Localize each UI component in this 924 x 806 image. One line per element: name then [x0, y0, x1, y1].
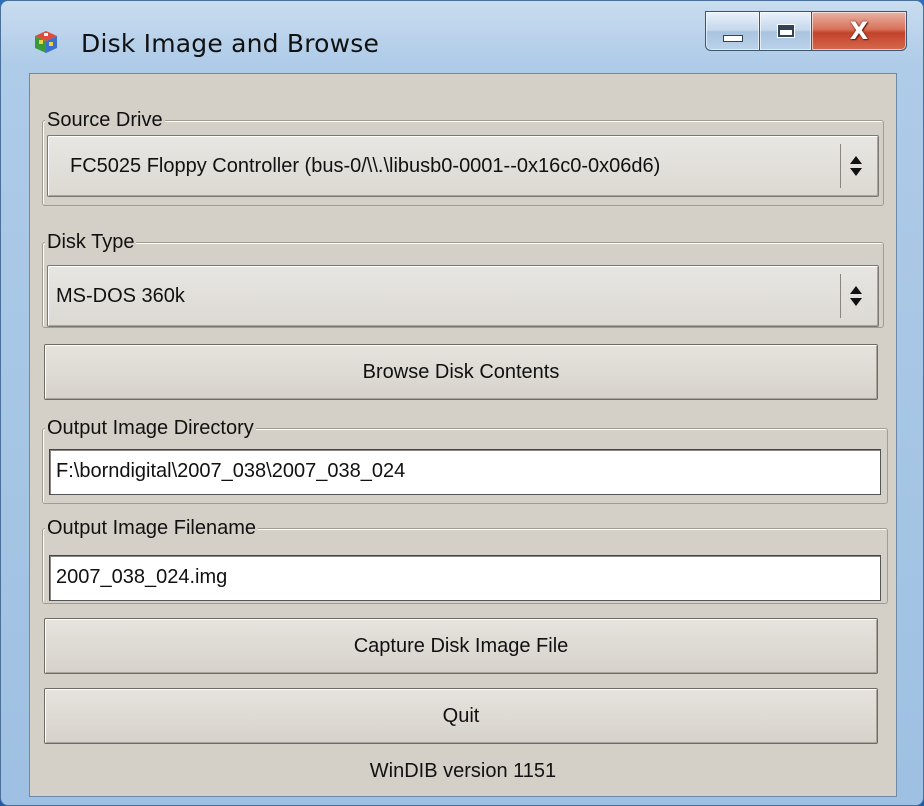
disk-type-select[interactable]: MS-DOS 360k	[47, 265, 879, 327]
maximize-icon	[776, 24, 795, 38]
version-label: WinDIB version 1151	[369, 760, 557, 782]
close-icon: X	[849, 17, 869, 45]
window-title: Disk Image and Browse	[81, 29, 380, 58]
disk-type-legend: Disk Type	[45, 231, 137, 254]
up-down-arrows-icon	[849, 156, 862, 176]
browse-disk-contents-button[interactable]: Browse Disk Contents	[44, 344, 878, 400]
quit-button[interactable]: Quit	[44, 688, 878, 744]
disk-type-value: MS-DOS 360k	[56, 285, 185, 307]
title-bar[interactable]: Disk Image and Browse X	[1, 1, 923, 73]
output-directory-group: Output Image Directory F:\borndigital\20…	[42, 417, 888, 504]
client-area: Source Drive FC5025 Floppy Controller (b…	[29, 73, 897, 797]
maximize-button[interactable]	[759, 11, 811, 51]
source-drive-value: FC5025 Floppy Controller (bus-0/\\.\libu…	[70, 155, 661, 177]
output-directory-legend: Output Image Directory	[45, 417, 256, 440]
capture-disk-image-button[interactable]: Capture Disk Image File	[44, 618, 878, 674]
minimize-icon	[722, 34, 743, 42]
output-filename-legend: Output Image Filename	[45, 517, 258, 540]
disk-type-spin[interactable]	[840, 274, 870, 318]
source-drive-spin[interactable]	[840, 144, 870, 188]
source-drive-select[interactable]: FC5025 Floppy Controller (bus-0/\\.\libu…	[47, 135, 879, 197]
output-directory-input[interactable]: F:\borndigital\2007_038\2007_038_024	[49, 449, 881, 495]
caption-buttons: X	[705, 11, 907, 51]
up-down-arrows-icon	[849, 286, 862, 306]
app-cube-icon	[35, 31, 57, 53]
close-button[interactable]: X	[811, 11, 907, 51]
disk-type-group: Disk Type MS-DOS 360k	[42, 231, 884, 328]
source-drive-group: Source Drive FC5025 Floppy Controller (b…	[42, 109, 884, 206]
app-window: Disk Image and Browse X Source Drive FC5…	[0, 0, 924, 806]
source-drive-legend: Source Drive	[45, 109, 165, 132]
output-filename-group: Output Image Filename 2007_038_024.img	[42, 517, 888, 604]
minimize-button[interactable]	[705, 11, 759, 51]
output-filename-input[interactable]: 2007_038_024.img	[49, 555, 881, 601]
